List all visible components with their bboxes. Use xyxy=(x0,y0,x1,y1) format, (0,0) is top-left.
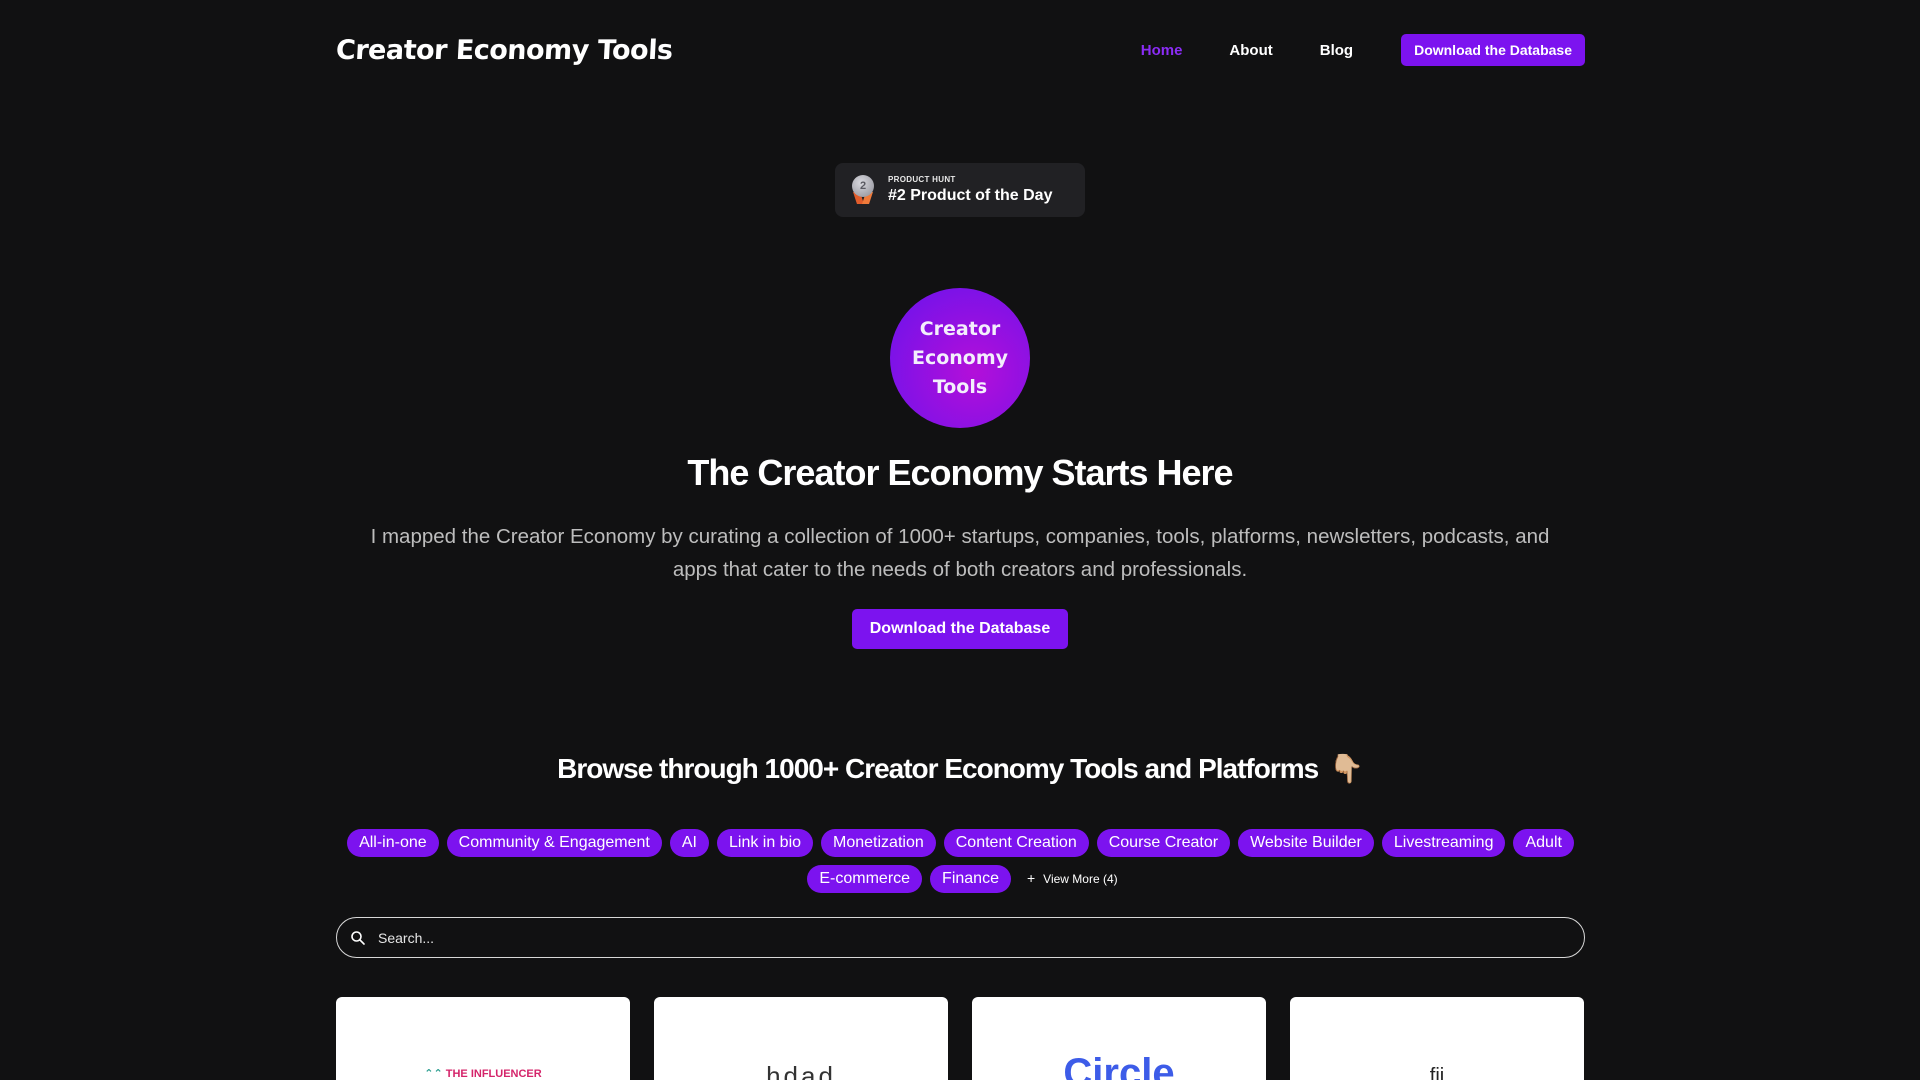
nav-links: Home About Blog Download the Database xyxy=(1141,34,1585,66)
card-logo-text: THE INFLUENCER xyxy=(445,1068,542,1080)
tag-monetization[interactable]: Monetization xyxy=(821,829,936,857)
tag-content-creation[interactable]: Content Creation xyxy=(943,829,1089,857)
nav-link-home[interactable]: Home xyxy=(1141,42,1183,59)
plus-icon: + xyxy=(1026,870,1036,886)
browse-title-text: Browse through 1000+ Creator Economy Too… xyxy=(557,753,1319,784)
view-more-label: View More (4) xyxy=(1043,872,1118,886)
tag-livestreaming[interactable]: Livestreaming xyxy=(1381,829,1506,857)
site-logo[interactable]: Creator Economy Tools xyxy=(335,35,673,66)
medal-icon: 2 xyxy=(851,175,875,205)
product-hunt-badge[interactable]: 2 PRODUCT HUNT #2 Product of the Day xyxy=(835,163,1085,217)
hero-subtitle: I mapped the Creator Economy by curating… xyxy=(370,525,1550,581)
nav-link-blog[interactable]: Blog xyxy=(1320,42,1353,59)
tag-adult[interactable]: Adult xyxy=(1513,829,1574,857)
card-logo: hdad xyxy=(766,1061,836,1080)
category-tags: All-in-one Community & Engagement AI Lin… xyxy=(336,829,1585,893)
card-logo: ⌃⌃ THE INFLUENCER xyxy=(424,1068,542,1080)
tool-card[interactable]: fii xyxy=(1290,997,1584,1080)
tag-course-creator[interactable]: Course Creator xyxy=(1096,829,1231,857)
search-input[interactable] xyxy=(378,929,1528,946)
badge-text: PRODUCT HUNT #2 Product of the Day xyxy=(888,175,1052,205)
hero-logo-line: Tools xyxy=(932,375,988,398)
card-logo: fii xyxy=(1429,1065,1445,1080)
top-navbar: Creator Economy Tools Home About Blog Do… xyxy=(335,28,1585,72)
hero-logo-line: Economy xyxy=(911,346,1009,369)
tag-website-builder[interactable]: Website Builder xyxy=(1238,829,1374,857)
hero-logo-line: Creator xyxy=(919,317,1001,340)
hero-logo-circle: Creator Economy Tools xyxy=(890,288,1030,428)
hero-download-button[interactable]: Download the Database xyxy=(852,609,1068,649)
tag-community[interactable]: Community & Engagement xyxy=(446,829,662,857)
tag-e-commerce[interactable]: E-commerce xyxy=(807,865,923,893)
view-more-button[interactable]: + View More (4) xyxy=(1027,865,1118,893)
tag-ai[interactable]: AI xyxy=(669,829,709,857)
nav-download-button[interactable]: Download the Database xyxy=(1401,34,1585,66)
search-bar[interactable] xyxy=(336,917,1585,958)
nav-link-about[interactable]: About xyxy=(1229,42,1272,59)
tool-cards: ⌃⌃ THE INFLUENCER hdad Circle fii xyxy=(336,997,1585,1080)
medal-number: 2 xyxy=(852,175,874,197)
hero-title: The Creator Economy Starts Here xyxy=(687,452,1233,493)
badge-title: #2 Product of the Day xyxy=(888,187,1053,204)
tag-all-in-one[interactable]: All-in-one xyxy=(347,829,439,857)
tag-link-in-bio[interactable]: Link in bio xyxy=(716,829,814,857)
card-logo: Circle xyxy=(1063,1051,1175,1080)
tool-card[interactable]: hdad xyxy=(654,997,948,1080)
badge-label: PRODUCT HUNT xyxy=(888,175,956,184)
search-icon xyxy=(351,930,365,945)
pointing-down-icon: 👇🏼 xyxy=(1329,752,1364,785)
tool-card[interactable]: Circle xyxy=(972,997,1266,1080)
tag-finance[interactable]: Finance xyxy=(930,865,1011,893)
browse-title: Browse through 1000+ Creator Economy Too… xyxy=(0,752,1920,785)
tool-card[interactable]: ⌃⌃ THE INFLUENCER xyxy=(336,997,630,1080)
